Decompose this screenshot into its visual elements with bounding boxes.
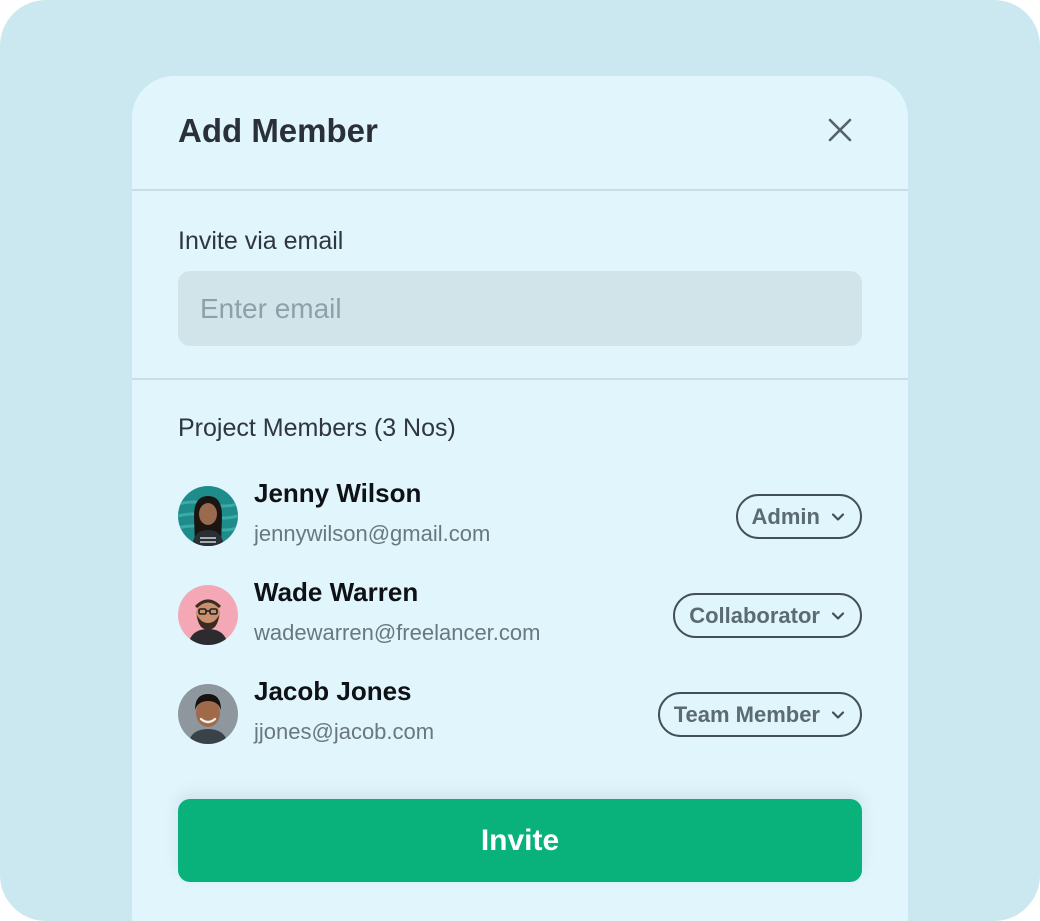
member-name: Jenny Wilson [254, 478, 422, 508]
project-members-title: Project Members (3 Nos) [178, 414, 456, 442]
role-dropdown[interactable]: Admin [735, 494, 862, 539]
avatar [178, 486, 238, 546]
member-row: Jacob Jones jjones@jacob.com Team Member [178, 676, 862, 748]
member-row: Jenny Wilson jennywilson@gmail.com Admin [178, 478, 862, 550]
modal-header: Add Member [132, 76, 908, 191]
member-email: wadewarren@freelancer.com [254, 620, 541, 645]
member-name: Jacob Jones [254, 676, 412, 706]
invite-email-label: Invite via email [178, 227, 344, 255]
invite-button[interactable]: Invite [178, 799, 862, 882]
role-dropdown[interactable]: Collaborator [673, 593, 862, 638]
member-email: jennywilson@gmail.com [254, 521, 491, 546]
email-input[interactable] [178, 271, 862, 346]
role-label: Admin [751, 503, 820, 529]
chevron-down-icon [831, 512, 845, 521]
add-member-modal: Add Member Invite via email Project Memb… [132, 76, 908, 921]
close-icon [828, 118, 852, 142]
modal-title: Add Member [178, 112, 378, 149]
avatar [178, 585, 238, 645]
member-name: Wade Warren [254, 577, 419, 607]
role-label: Team Member [673, 701, 820, 727]
role-label: Collaborator [689, 602, 820, 628]
member-row: Wade Warren wadewarren@freelancer.com Co… [178, 577, 862, 649]
close-button[interactable] [822, 112, 858, 148]
member-email: jjones@jacob.com [254, 719, 435, 744]
chevron-down-icon [831, 710, 845, 719]
chevron-down-icon [831, 611, 845, 620]
backdrop: Add Member Invite via email Project Memb… [0, 0, 1040, 921]
avatar [178, 684, 238, 744]
invite-email-section: Invite via email [132, 191, 908, 380]
role-dropdown[interactable]: Team Member [657, 692, 862, 737]
